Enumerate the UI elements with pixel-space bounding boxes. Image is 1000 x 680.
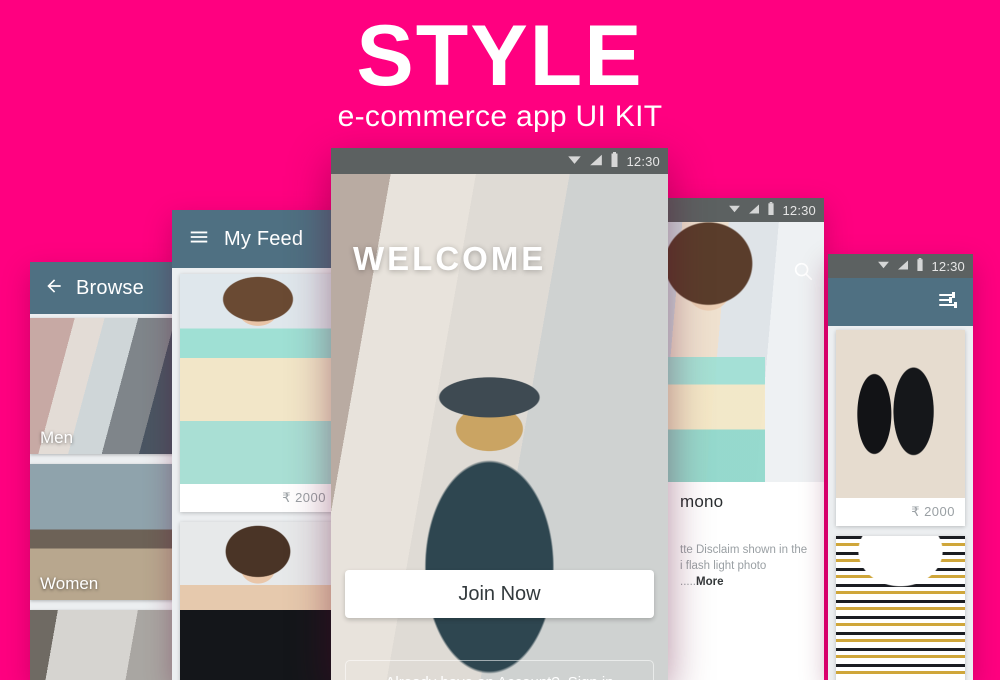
signal-icon (748, 203, 760, 218)
page-subtitle: e-commerce app UI KIT (337, 100, 663, 133)
product-price: ₹ 2000 (911, 504, 955, 519)
category-label: Men (40, 428, 74, 447)
back-arrow-icon[interactable] (44, 276, 64, 301)
browse-appbar: Browse (30, 262, 180, 314)
signin-row[interactable]: Already have an Account? Sign in (345, 660, 654, 680)
detail-status-bar: 12:30 (668, 198, 824, 222)
title-block: STYLE e-commerce app UI KIT (0, 0, 1000, 150)
grid-appbar (828, 278, 973, 326)
category-card-third[interactable] (30, 610, 180, 680)
product-card[interactable] (836, 536, 965, 680)
grid-status-bar: 12:30 (828, 254, 973, 278)
phone-screen-feed: My Feed ₹ 2000 (172, 210, 344, 680)
sign-in-link[interactable]: Sign in (568, 674, 614, 680)
product-price: ₹ 2000 (282, 490, 326, 505)
browse-category-list[interactable]: Men Women (30, 314, 180, 680)
phone-screen-welcome: 12:30 WELCOME Join Now Already have an A… (331, 148, 668, 680)
category-card-men[interactable]: Men (30, 318, 180, 454)
welcome-status-bar: 12:30 (331, 148, 668, 174)
phone-screen-browse: Browse Men Women (30, 262, 180, 680)
feed-title: My Feed (224, 227, 304, 250)
feed-product-list[interactable]: ₹ 2000 (172, 268, 344, 680)
product-card[interactable] (180, 522, 336, 680)
grid-product-list[interactable]: ₹ 2000 (828, 326, 973, 680)
product-photo (180, 522, 336, 680)
product-photo (836, 536, 965, 680)
product-card[interactable]: ₹ 2000 (180, 274, 336, 512)
product-card[interactable]: ₹ 2000 (836, 330, 965, 526)
welcome-hero: WELCOME Join Now Already have an Account… (331, 174, 668, 680)
welcome-heading: WELCOME (353, 240, 547, 277)
phone-screen-grid: 12:30 ₹ 2000 (828, 254, 973, 680)
product-photo-heels (836, 330, 965, 498)
battery-icon (916, 258, 924, 274)
product-photo (180, 274, 336, 484)
feed-appbar: My Feed (172, 210, 344, 268)
account-prompt-label: Already have an Account? (385, 674, 559, 680)
status-clock: 12:30 (626, 153, 660, 169)
tune-filter-icon[interactable] (937, 288, 961, 317)
search-icon[interactable] (792, 260, 814, 287)
page-title: STYLE (356, 8, 644, 104)
product-photo-dress (836, 536, 965, 680)
category-photo-third (30, 610, 180, 680)
battery-icon (767, 202, 775, 218)
wifi-icon (728, 202, 741, 218)
detail-hero-image (668, 222, 824, 482)
product-name: mono (680, 492, 724, 511)
product-description: tte Disclaim shown in the i flash light … (680, 542, 812, 590)
detail-body: mono tte Disclaim shown in the i flash l… (668, 482, 824, 680)
wifi-icon (877, 258, 890, 274)
phone-screen-detail: 12:30 mono tte Disclaim shown in the i f… (668, 198, 824, 680)
category-card-women[interactable]: Women (30, 464, 180, 600)
battery-icon (610, 152, 619, 170)
wifi-icon (567, 152, 582, 170)
status-clock: 12:30 (931, 258, 965, 274)
status-clock: 12:30 (782, 202, 816, 218)
product-photo (836, 330, 965, 498)
signal-icon (589, 153, 603, 170)
hamburger-menu-icon[interactable] (188, 226, 210, 253)
category-label: Women (40, 574, 99, 593)
join-now-button[interactable]: Join Now (345, 570, 654, 618)
more-link[interactable]: More (696, 576, 723, 588)
browse-title: Browse (76, 276, 144, 299)
signal-icon (897, 259, 909, 274)
